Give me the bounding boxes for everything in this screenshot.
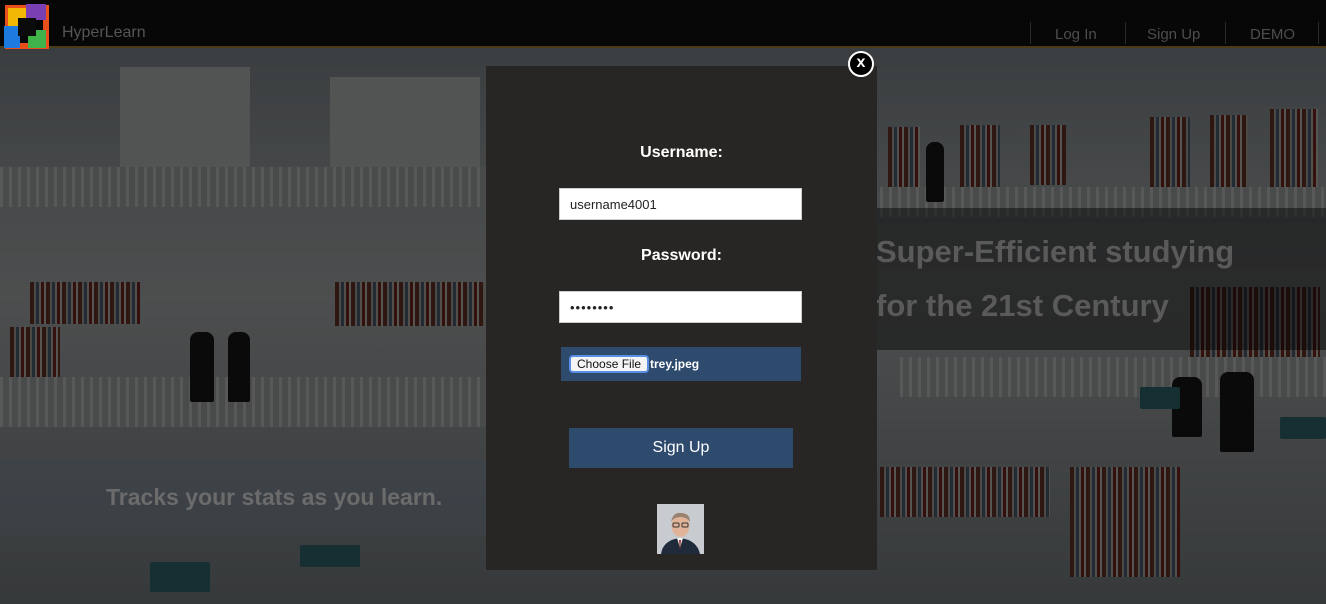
user-avatar: [657, 504, 704, 554]
signup-submit-button[interactable]: Sign Up: [569, 428, 793, 468]
demo-link[interactable]: DEMO: [1250, 26, 1295, 43]
login-link[interactable]: Log In: [1055, 26, 1097, 43]
username-label: Username:: [640, 144, 723, 161]
hyperlearn-logo[interactable]: [0, 0, 54, 54]
close-icon[interactable]: x: [848, 51, 874, 77]
brand-name: HyperLearn: [62, 24, 146, 41]
password-label: Password:: [641, 247, 722, 264]
hero-title-line-1: Super-Efficient studying: [876, 234, 1235, 269]
selected-file-name: trey.jpeg: [650, 357, 700, 371]
choose-file-button[interactable]: Choose File: [569, 355, 650, 373]
top-nav-bar: HyperLearn Log In Sign Up DEMO: [0, 0, 1326, 49]
stats-tagline: Tracks your stats as you learn.: [106, 484, 443, 510]
signup-link[interactable]: Sign Up: [1147, 26, 1200, 43]
hero-title-line-2: for the 21st Century: [876, 288, 1169, 323]
username-input[interactable]: [559, 188, 802, 220]
password-input[interactable]: [559, 291, 802, 323]
file-upload-row: Choose File trey.jpeg: [561, 347, 801, 381]
hero-band: [877, 208, 1326, 350]
